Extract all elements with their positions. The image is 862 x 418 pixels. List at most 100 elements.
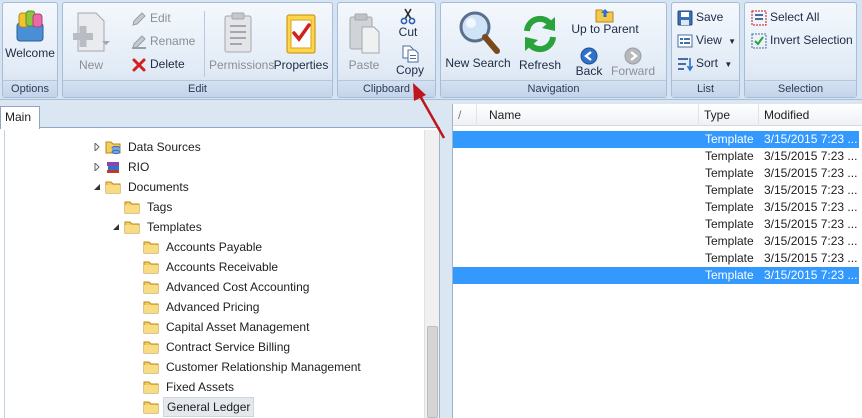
tree-node-label: RIO <box>128 160 150 174</box>
sort-indicator[interactable]: / <box>453 104 477 126</box>
save-label: Save <box>696 10 724 24</box>
tab-main[interactable]: Main <box>0 106 40 129</box>
sort-icon <box>678 57 694 72</box>
folder-icon <box>143 299 159 315</box>
welcome-button[interactable]: Welcome <box>5 9 55 60</box>
item-type: Template <box>705 200 754 214</box>
pencil-icon <box>132 12 146 26</box>
refresh-button[interactable]: Refresh <box>515 11 565 72</box>
delete-label: Delete <box>150 57 185 71</box>
tree-node-label: Contract Service Billing <box>166 340 291 354</box>
cut-label: Cut <box>398 25 418 39</box>
collapse-arrow-icon[interactable] <box>112 223 120 231</box>
view-dropdown-icon: ▼ <box>728 37 737 46</box>
expand-arrow-icon[interactable] <box>93 163 101 171</box>
folder-icon <box>124 199 140 215</box>
tree-node-label: Customer Relationship Management <box>166 360 361 374</box>
tree-node-label: Templates <box>147 220 202 234</box>
paste-icon <box>349 13 380 54</box>
new-search-label: New Search <box>445 56 511 70</box>
folder-icon <box>143 279 159 295</box>
tab-strip: Main <box>0 104 440 129</box>
column-header-type[interactable]: Type <box>699 104 759 126</box>
properties-button[interactable]: Properties <box>271 11 331 72</box>
new-document-icon <box>73 12 110 52</box>
item-type: Template <box>705 217 754 231</box>
folder-tree: Data Sources RIO Documents Tags Templates Acc… <box>4 130 424 418</box>
view-button[interactable]: View ▼ <box>677 31 736 51</box>
folder-icon <box>143 259 159 275</box>
permissions-clipboard-icon <box>224 12 252 53</box>
forward-label: Forward <box>611 64 656 78</box>
save-button[interactable]: Save <box>677 8 723 28</box>
folder-icon <box>124 219 140 235</box>
permissions-button[interactable]: Permissions <box>209 11 275 72</box>
back-arrow-icon <box>580 47 598 65</box>
item-type: Template <box>705 132 754 146</box>
list-item[interactable]: TransactionsTemplate3/15/2015 7:23 ... <box>453 233 859 250</box>
copy-icon <box>402 45 419 63</box>
rename-icon <box>132 35 146 49</box>
list-item[interactable]: Balances Batch Upload (F0902Z1)Template3… <box>453 148 859 165</box>
list-item[interactable]: BalancesTemplate3/15/2015 7:23 ... <box>453 131 859 148</box>
expand-arrow-icon[interactable] <box>93 143 101 151</box>
list-item[interactable]: Budget ComparisonTemplate3/15/2015 7:23 … <box>453 182 859 199</box>
tree-node-label: Accounts Payable <box>166 240 263 254</box>
clipboard-group-title: Clipboard <box>338 80 435 97</box>
rename-label: Rename <box>150 34 196 48</box>
view-list-icon <box>677 34 693 48</box>
list-group: Save View ▼ Sort ▼ List <box>671 2 740 98</box>
welcome-icon <box>16 10 44 42</box>
welcome-label: Welcome <box>5 46 55 60</box>
new-search-button[interactable]: New Search <box>443 9 513 70</box>
paste-button[interactable]: Paste <box>340 11 388 72</box>
list-header: / Name Type Modified <box>453 104 862 126</box>
column-header-name[interactable]: Name <box>477 104 699 126</box>
tree-node-label: Capital Asset Management <box>166 320 310 334</box>
cut-button[interactable]: Cut <box>394 7 422 39</box>
edit-button[interactable]: Edit <box>131 9 171 29</box>
list-item[interactable]: Weekly BalancesTemplate3/15/2015 7:23 ..… <box>453 267 859 284</box>
column-header-modified[interactable]: Modified <box>759 104 862 126</box>
folder-icon <box>143 239 159 255</box>
copy-button[interactable]: Copy <box>394 45 426 77</box>
tree-node-label: Documents <box>128 180 189 194</box>
item-type: Template <box>705 183 754 197</box>
view-label: View <box>696 33 722 47</box>
data-sources-icon <box>105 139 121 155</box>
item-modified: 3/15/2015 7:23 ... <box>764 268 858 282</box>
list-item[interactable]: Transactions Interoperability (F0911Z1)T… <box>453 250 859 267</box>
delete-x-icon <box>132 58 146 72</box>
list-item[interactable]: Budget HistoryTemplate3/15/2015 7:23 ... <box>453 199 859 216</box>
forward-button[interactable]: Forward <box>611 47 655 78</box>
list-item[interactable]: DocumentTemplate3/15/2015 7:23 ... <box>453 216 859 233</box>
navigation-pane: Main Data Sources RIO Documents Tags Templat… <box>0 104 440 418</box>
item-modified: 3/15/2015 7:23 ... <box>764 200 858 214</box>
select-all-button[interactable]: Select All <box>751 8 819 28</box>
tree-node-label: Accounts Receivable <box>166 260 279 274</box>
sort-button[interactable]: Sort ▼ <box>677 54 732 74</box>
magnifier-icon <box>459 11 500 54</box>
invert-selection-button[interactable]: Invert Selection <box>751 31 853 51</box>
back-button[interactable]: Back <box>571 47 607 78</box>
select-all-icon <box>751 10 767 26</box>
new-button[interactable]: New <box>65 11 117 72</box>
item-type: Template <box>705 166 754 180</box>
options-group: Welcome Options <box>2 2 58 98</box>
collapse-arrow-icon[interactable] <box>93 183 101 191</box>
item-type: Template <box>705 149 754 163</box>
sort-label: Sort <box>696 56 719 70</box>
tree-scrollbar[interactable] <box>424 130 439 418</box>
books-icon <box>105 159 121 175</box>
selection-group-title: Selection <box>745 80 856 97</box>
delete-button[interactable]: Delete <box>131 55 185 75</box>
tree-node-label: General Ledger <box>163 397 255 417</box>
rename-button[interactable]: Rename <box>131 32 195 52</box>
permissions-label: Permissions <box>209 58 275 72</box>
tree-scrollbar-thumb[interactable] <box>427 326 438 418</box>
list-item[interactable]: Balances to TransactionsTemplate3/15/201… <box>453 165 859 182</box>
properties-checklist-icon <box>286 14 316 54</box>
navigation-group-title: Navigation <box>441 80 666 97</box>
item-modified: 3/15/2015 7:23 ... <box>764 251 858 265</box>
up-to-parent-button[interactable]: Up to Parent <box>569 7 641 36</box>
